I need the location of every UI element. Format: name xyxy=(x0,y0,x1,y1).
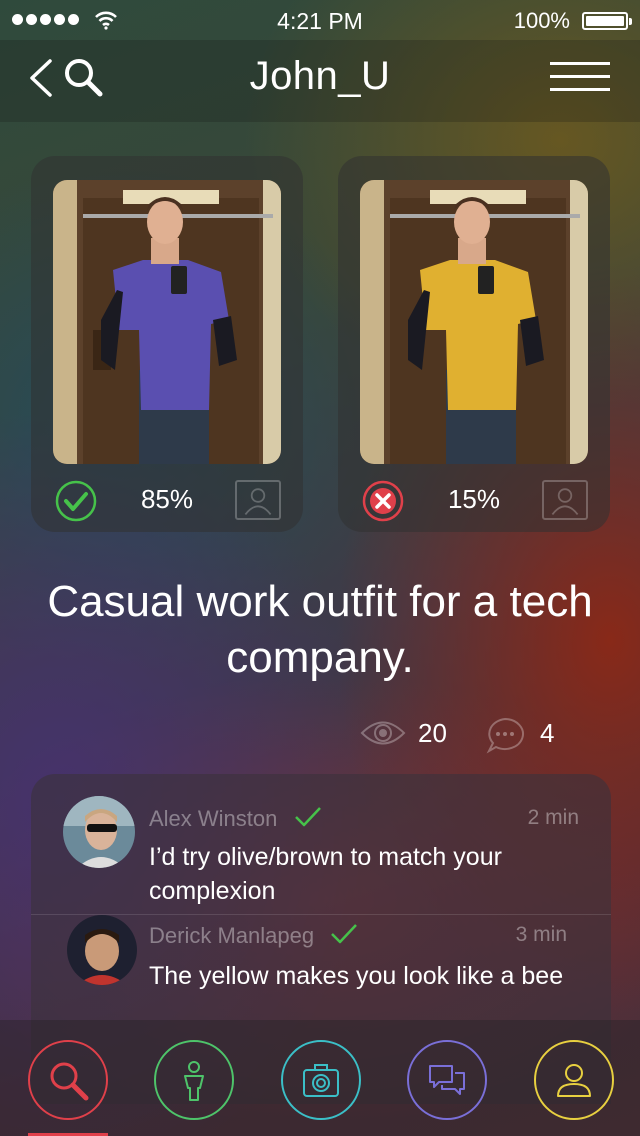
avatar[interactable] xyxy=(63,796,135,868)
comment-count: 4 xyxy=(540,718,555,748)
profile-portrait-icon[interactable] xyxy=(235,480,281,520)
verified-check-icon xyxy=(295,807,321,827)
tab-search[interactable] xyxy=(28,1040,108,1120)
user-icon xyxy=(557,1064,591,1097)
tab-profile[interactable] xyxy=(534,1040,614,1120)
navigation-bar: John_U xyxy=(0,40,640,122)
comment-time: 3 min xyxy=(515,923,567,946)
comment-bubble-icon[interactable] xyxy=(484,716,526,754)
comment-author[interactable]: Alex Winston xyxy=(149,806,277,832)
person-icon xyxy=(184,1061,204,1101)
eye-icon xyxy=(360,721,406,745)
outfit-photo-1[interactable] xyxy=(53,180,281,464)
search-icon xyxy=(50,1062,89,1101)
chat-icon xyxy=(429,1065,465,1095)
avatar[interactable] xyxy=(67,915,137,985)
comment-time: 2 min xyxy=(527,806,579,829)
comment-text: I’d try olive/brown to match your comple… xyxy=(149,843,502,905)
tab-camera[interactable] xyxy=(281,1040,361,1120)
outfit-card-1[interactable]: 85% xyxy=(31,156,303,532)
comment-author[interactable]: Derick Manlapeg xyxy=(149,923,314,949)
comment-item[interactable]: Alex Winston 2 min I’d try olive/brown t… xyxy=(31,774,611,914)
camera-icon xyxy=(303,1064,339,1097)
comment-text: The yellow makes you look like a bee xyxy=(149,962,564,990)
outfit-caption: Casual work outfit for a tech company. xyxy=(47,577,593,682)
hamburger-menu-icon[interactable] xyxy=(550,62,610,92)
profile-portrait-icon[interactable] xyxy=(542,480,588,520)
outfit-photo-2[interactable] xyxy=(360,180,588,464)
battery-icon xyxy=(582,12,632,30)
outfit-card-2[interactable]: 15% xyxy=(338,156,610,532)
battery-percentage: 100% xyxy=(513,8,570,33)
status-bar: 4:21 PM 100% xyxy=(0,0,640,40)
page-title: John_U xyxy=(249,54,391,98)
verified-check-icon xyxy=(331,924,357,944)
tab-messages[interactable] xyxy=(407,1040,487,1120)
view-count: 20 xyxy=(418,718,447,748)
tab-outfit[interactable] xyxy=(154,1040,234,1120)
comment-item[interactable]: Derick Manlapeg 3 min The yellow makes y… xyxy=(31,914,611,1024)
post-stats: 20 4 xyxy=(360,712,570,756)
tab-bar xyxy=(0,1020,640,1136)
